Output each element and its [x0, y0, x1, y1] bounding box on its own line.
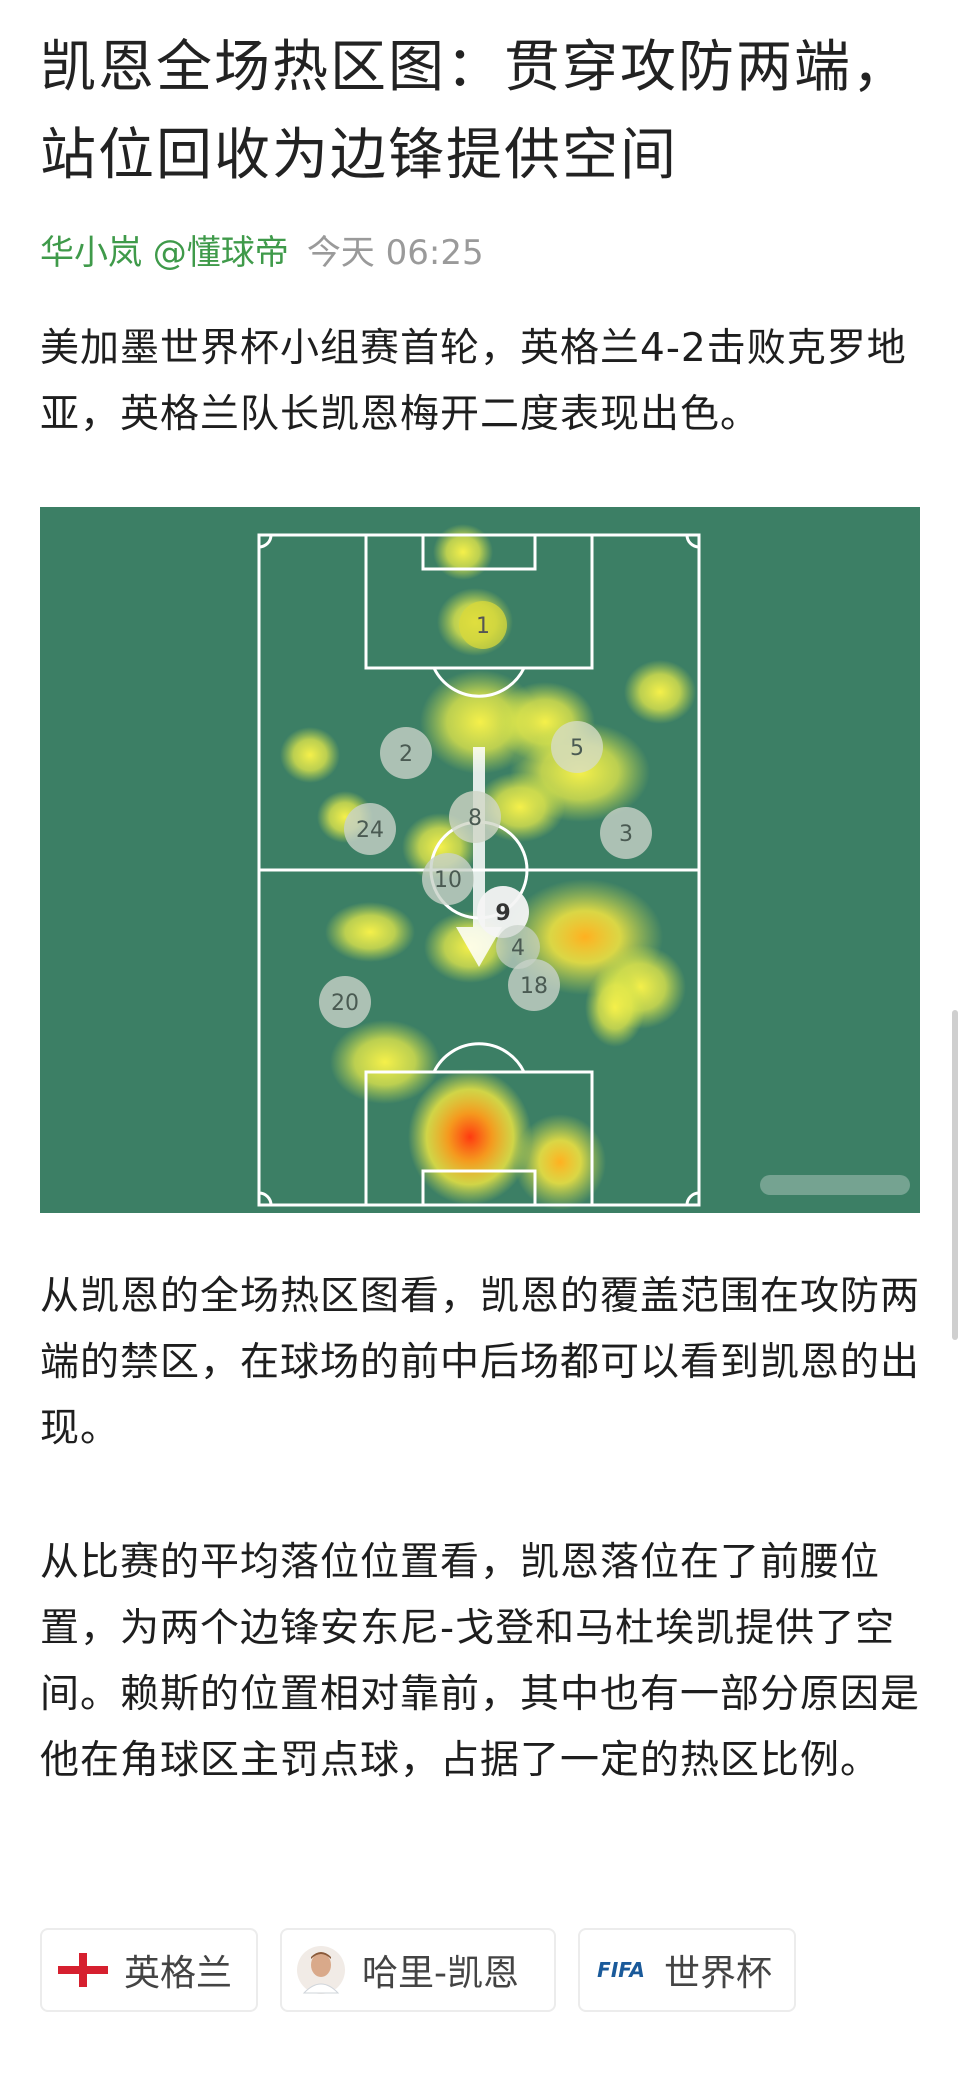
- watermark: [760, 1175, 910, 1195]
- player-number: 2: [399, 742, 413, 767]
- article-page: 凯恩全场热区图：贯穿攻防两端，站位回收为边锋提供空间 华小岚 @懂球帝 今天 06…: [0, 0, 960, 2074]
- fifa-logo-text: FIFA: [597, 1958, 645, 1982]
- heatmap-figure: 1 2 5 24 8 3 10 9 4 18 20: [257, 524, 910, 1210]
- player-marker-5: 5: [551, 721, 603, 773]
- paragraph-intro: 美加墨世界杯小组赛首轮，英格兰4-2击败克罗地亚，英格兰队长凯恩梅开二度表现出色…: [40, 326, 907, 437]
- player-marker-8: 8: [449, 791, 501, 843]
- paragraph-position: 从比赛的平均落位位置看，凯恩落位在了前腰位置，为两个边锋安东尼-戈登和马杜埃凯提…: [40, 1540, 921, 1783]
- player-number: 4: [511, 936, 525, 961]
- publish-time: 今天 06:25: [306, 233, 484, 273]
- england-flag-icon: [58, 1953, 108, 1987]
- player-marker-20: 20: [319, 976, 371, 1028]
- scrollbar[interactable]: [952, 1010, 958, 1340]
- heatmap-image[interactable]: 1 2 5 24 8 3 10 9 4 18 20: [40, 507, 920, 1213]
- fifa-logo-icon: FIFA: [594, 1958, 648, 1982]
- tag-world-cup[interactable]: FIFA 世界杯: [578, 1928, 796, 2012]
- author-link[interactable]: 华小岚 @懂球帝: [40, 233, 289, 273]
- tag-england[interactable]: 英格兰: [40, 1928, 258, 2012]
- player-number: 9: [495, 901, 510, 926]
- paragraph-coverage: 从凯恩的全场热区图看，凯恩的覆盖范围在攻防两端的禁区，在球场的前中后场都可以看到…: [40, 1274, 921, 1451]
- player-marker-3: 3: [600, 807, 652, 859]
- player-number: 18: [520, 974, 548, 999]
- tag-label: 英格兰: [124, 1953, 233, 1994]
- player-number: 8: [468, 806, 482, 831]
- player-number: 5: [570, 736, 584, 761]
- player-number: 1: [476, 614, 490, 639]
- tag-list: 英格兰 哈里-凯恩 FIFA 世界杯: [40, 1928, 930, 2014]
- player-marker-1: 1: [459, 601, 507, 649]
- player-marker-2: 2: [380, 727, 432, 779]
- tag-harry-kane[interactable]: 哈里-凯恩: [280, 1928, 556, 2012]
- player-marker-18: 18: [508, 959, 560, 1011]
- player-avatar-icon: [296, 1945, 346, 1995]
- player-marker-10: 10: [422, 853, 474, 905]
- player-number: 3: [619, 822, 633, 847]
- player-marker-24: 24: [344, 803, 396, 855]
- player-number: 20: [331, 991, 359, 1016]
- tag-label: 哈里-凯恩: [362, 1953, 519, 1994]
- tag-label: 世界杯: [664, 1953, 773, 1994]
- article-title: 凯恩全场热区图：贯穿攻防两端，站位回收为边锋提供空间: [40, 35, 910, 188]
- player-number: 24: [356, 818, 384, 843]
- article-meta: 华小岚 @懂球帝 今天 06:25: [40, 228, 484, 278]
- player-number: 10: [434, 868, 462, 893]
